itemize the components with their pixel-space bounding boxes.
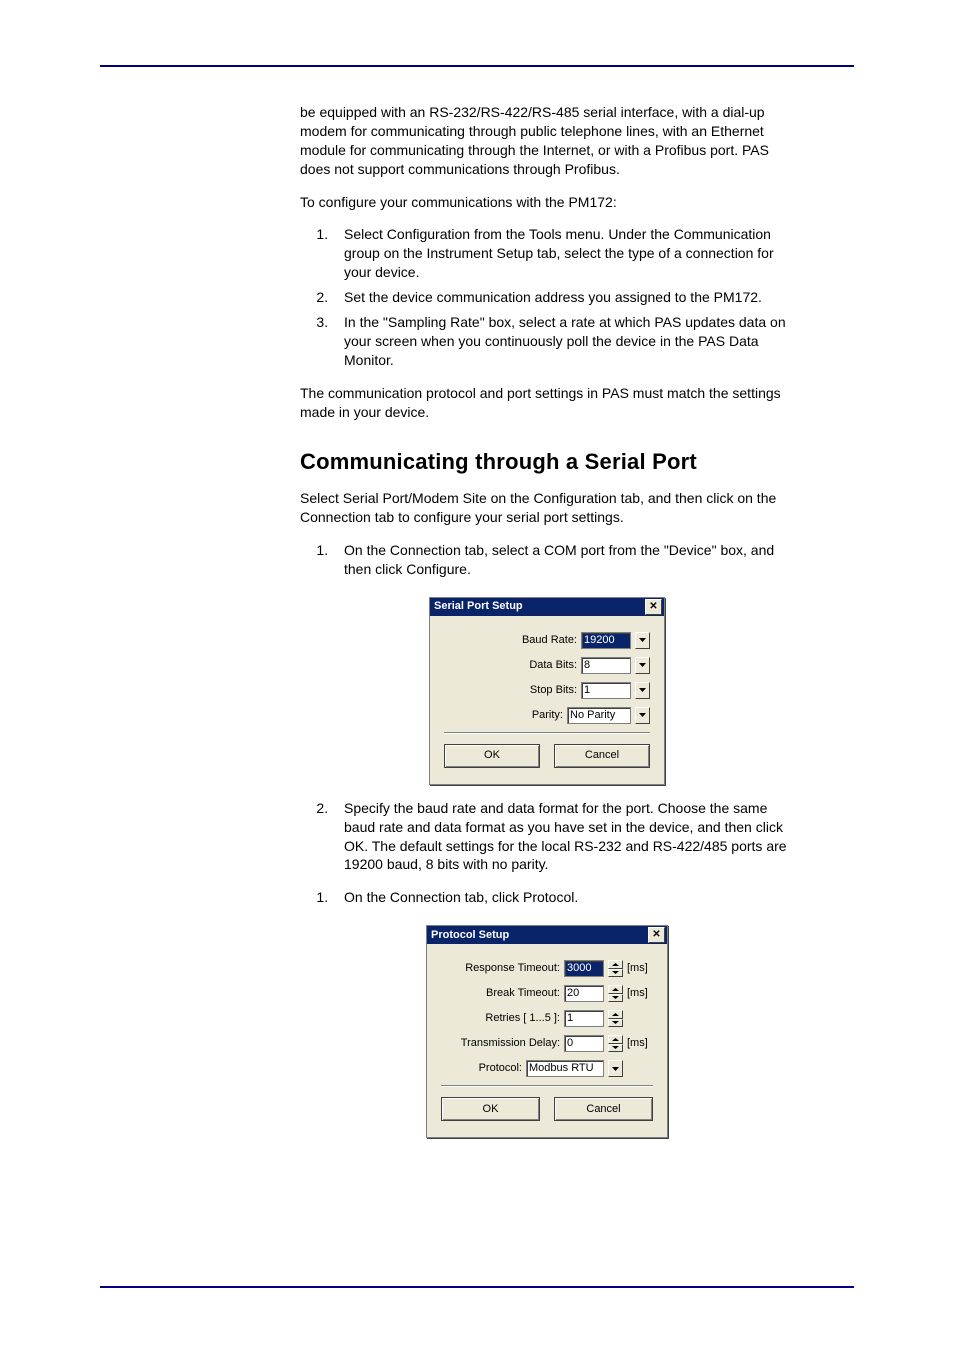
close-icon[interactable]: ✕ [648,927,665,943]
paragraph: To configure your communications with th… [300,193,794,212]
spinner[interactable] [608,985,623,1002]
paragraph: be equipped with an RS-232/RS-422/RS-485… [300,103,794,179]
list-item: On the Connection tab, click Protocol. [332,888,794,907]
list-item: Select Configuration from the Tools menu… [332,225,794,282]
divider [444,732,650,734]
transmission-delay-field[interactable]: 0 [564,1035,604,1052]
stop-bits-label: Stop Bits: [530,683,577,698]
footer-rule [100,1286,854,1288]
steps-list: On the Connection tab, click Protocol. [300,888,794,907]
parity-field[interactable]: No Parity [567,707,631,724]
paragraph: The communication protocol and port sett… [300,384,794,422]
data-bits-label: Data Bits: [529,658,577,673]
cancel-button[interactable]: Cancel [554,744,650,768]
retries-label: Retries [ 1...5 ]: [485,1011,560,1026]
response-timeout-label: Response Timeout: [465,961,560,976]
ok-button[interactable]: OK [444,744,540,768]
transmission-delay-label: Transmission Delay: [461,1036,560,1051]
dialog-title: Serial Port Setup [434,599,523,614]
list-item: Set the device communication address you… [332,288,794,307]
protocol-label: Protocol: [479,1061,522,1076]
steps-list: On the Connection tab, select a COM port… [300,541,794,579]
unit-label: [ms] [627,1036,653,1051]
data-bits-field[interactable]: 8 [581,657,631,674]
spinner[interactable] [608,960,623,977]
paragraph: Select Serial Port/Modem Site on the Con… [300,489,794,527]
retries-field[interactable]: 1 [564,1010,604,1027]
steps-list: Specify the baud rate and data format fo… [300,799,794,875]
section-heading: Communicating through a Serial Port [300,447,794,477]
stop-bits-field[interactable]: 1 [581,682,631,699]
list-item: On the Connection tab, select a COM port… [332,541,794,579]
divider [441,1085,653,1087]
break-timeout-field[interactable]: 20 [564,985,604,1002]
dropdown-icon[interactable] [608,1060,623,1077]
steps-list: Select Configuration from the Tools menu… [300,225,794,369]
cancel-button[interactable]: Cancel [554,1097,653,1121]
break-timeout-label: Break Timeout: [486,986,560,1001]
dropdown-icon[interactable] [635,707,650,724]
baud-rate-field[interactable]: 19200 [581,632,631,649]
parity-label: Parity: [532,708,563,723]
dropdown-icon[interactable] [635,632,650,649]
spinner[interactable] [608,1035,623,1052]
protocol-field[interactable]: Modbus RTU [526,1060,604,1077]
serial-port-setup-dialog: Serial Port Setup ✕ Baud Rate: 19200 Dat… [429,597,665,785]
list-item: In the "Sampling Rate" box, select a rat… [332,313,794,370]
dialog-title: Protocol Setup [431,928,509,943]
list-item: Specify the baud rate and data format fo… [332,799,794,875]
response-timeout-field[interactable]: 3000 [564,960,604,977]
dialog-titlebar[interactable]: Serial Port Setup ✕ [430,598,664,616]
unit-label: [ms] [627,961,653,976]
protocol-setup-dialog: Protocol Setup ✕ Response Timeout: 3000 … [426,925,668,1138]
dialog-titlebar[interactable]: Protocol Setup ✕ [427,926,667,944]
spinner[interactable] [608,1010,623,1027]
dropdown-icon[interactable] [635,657,650,674]
unit-label: [ms] [627,986,653,1001]
dropdown-icon[interactable] [635,682,650,699]
ok-button[interactable]: OK [441,1097,540,1121]
baud-rate-label: Baud Rate: [522,633,577,648]
close-icon[interactable]: ✕ [645,599,662,615]
